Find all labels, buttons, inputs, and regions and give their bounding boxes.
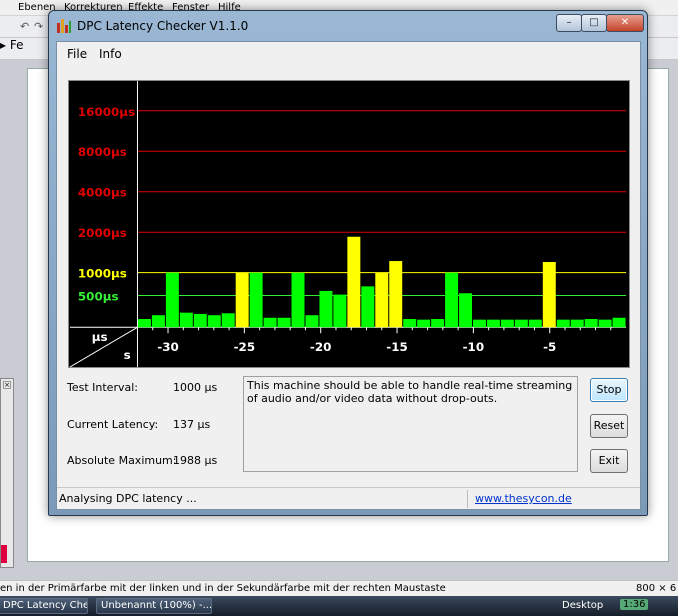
dropdown-icon[interactable]: ▸ xyxy=(0,38,6,52)
latency-bar xyxy=(514,319,528,328)
bg-status-message: en in der Primärfarbe mit der linken und… xyxy=(0,583,446,594)
menu-info[interactable]: Info xyxy=(99,47,122,61)
latency-bar xyxy=(207,315,221,328)
background-statusbar: en in der Primärfarbe mit der linken und… xyxy=(0,580,678,596)
status-bar: Analysing DPC latency ... www.thesycon.d… xyxy=(57,487,640,509)
current-latency-label: Current Latency: xyxy=(67,418,159,431)
title-bar[interactable]: DPC Latency Checker V1.1.0 – □ ✕ xyxy=(49,11,647,41)
x-tick-label: -30 xyxy=(157,340,179,354)
menu-file[interactable]: File xyxy=(67,47,87,61)
window-client: File Info 16000µs 8000µs 4000µs 2000µs 1000µ… xyxy=(56,41,641,510)
latency-bar xyxy=(361,286,375,328)
latency-bar xyxy=(570,319,584,328)
window-title: DPC Latency Checker V1.1.0 xyxy=(77,19,249,33)
current-latency-value: 137 µs xyxy=(173,418,211,431)
latency-bar xyxy=(584,319,598,328)
close-icon[interactable]: × xyxy=(3,381,11,389)
latency-bar xyxy=(333,294,347,328)
latency-bar xyxy=(528,319,542,328)
latency-bar xyxy=(235,272,249,328)
latency-bar xyxy=(542,262,556,328)
latency-bar xyxy=(347,236,361,328)
background-tool-panel: × xyxy=(0,378,14,568)
reset-button[interactable]: Reset xyxy=(590,414,628,438)
close-button[interactable]: ✕ xyxy=(606,14,644,32)
taskbar-desktop[interactable]: Desktop xyxy=(562,600,603,611)
absolute-maximum-value: 1988 µs xyxy=(173,454,218,467)
taskbar-item-dpc[interactable]: DPC Latency Check... xyxy=(0,598,88,614)
latency-bar xyxy=(612,317,626,328)
color-swatch[interactable] xyxy=(1,545,7,563)
latency-bar xyxy=(389,261,403,328)
latency-bar xyxy=(319,290,333,328)
latency-bar xyxy=(137,319,151,328)
taskbar-item-paint[interactable]: Unbenannt (100%) -... xyxy=(96,598,212,614)
x-tick-label: -5 xyxy=(543,340,556,354)
latency-bar xyxy=(221,313,235,328)
latency-bar xyxy=(193,313,207,328)
level-label: 2000µs xyxy=(78,226,127,240)
y-unit-label: µs xyxy=(92,330,108,344)
exit-button[interactable]: Exit xyxy=(590,449,628,473)
bg-image-size: 800 × 6 xyxy=(636,583,677,594)
latency-bar xyxy=(473,319,486,328)
test-interval-value: 1000 µs xyxy=(173,381,218,394)
x-tick-label: -15 xyxy=(386,340,408,354)
level-label: 8000µs xyxy=(78,145,127,159)
bg-toolbar-text: Fe xyxy=(9,38,24,52)
latency-bar xyxy=(179,312,193,328)
latency-bar xyxy=(431,319,445,328)
latency-bar xyxy=(403,319,417,328)
latency-bar xyxy=(486,319,500,328)
menu-bar: File Info xyxy=(57,42,640,66)
x-tick-label: -10 xyxy=(463,340,485,354)
latency-chart: 16000µs 8000µs 4000µs 2000µs 1000µs 500µs µs s -… xyxy=(68,80,630,368)
level-label: 500µs xyxy=(78,289,119,303)
latency-bar xyxy=(249,272,263,328)
latency-bar xyxy=(151,315,165,328)
website-link[interactable]: www.thesycon.de xyxy=(475,492,572,505)
latency-bar xyxy=(375,272,389,328)
latency-bar xyxy=(305,315,319,328)
latency-bar xyxy=(459,293,473,328)
stop-button[interactable]: Stop xyxy=(590,378,628,402)
tray-clock[interactable]: 1:36 xyxy=(620,599,649,610)
latency-bar xyxy=(598,319,612,328)
level-label: 4000µs xyxy=(78,186,127,200)
latency-bar xyxy=(165,272,179,328)
latency-bar xyxy=(291,272,305,328)
latency-bar xyxy=(500,319,514,328)
redo-icon[interactable]: ↷ xyxy=(34,20,43,33)
level-label: 16000µs xyxy=(78,105,135,119)
dpc-window: DPC Latency Checker V1.1.0 – □ ✕ File In… xyxy=(48,10,648,516)
undo-icon[interactable]: ↶ xyxy=(20,20,29,33)
x-tick-label: -25 xyxy=(234,340,256,354)
test-interval-label: Test Interval: xyxy=(67,381,138,394)
level-label: 1000µs xyxy=(78,267,127,281)
latency-bar xyxy=(277,317,291,328)
absolute-maximum-label: Absolute Maximum: xyxy=(67,454,177,467)
x-unit-label: s xyxy=(124,348,131,362)
latency-bar xyxy=(417,319,431,328)
latency-bar xyxy=(263,317,277,328)
latency-bar xyxy=(445,272,459,328)
taskbar: DPC Latency Check... Unbenannt (100%) -.… xyxy=(0,596,678,616)
status-separator xyxy=(467,490,468,508)
x-tick-label: -20 xyxy=(310,340,332,354)
maximize-button[interactable]: □ xyxy=(581,14,607,32)
latency-bar xyxy=(556,319,570,328)
app-icon xyxy=(57,19,71,33)
status-message-box: This machine should be able to handle re… xyxy=(243,376,578,472)
minimize-button[interactable]: – xyxy=(556,14,582,32)
status-text: Analysing DPC latency ... xyxy=(59,492,197,505)
